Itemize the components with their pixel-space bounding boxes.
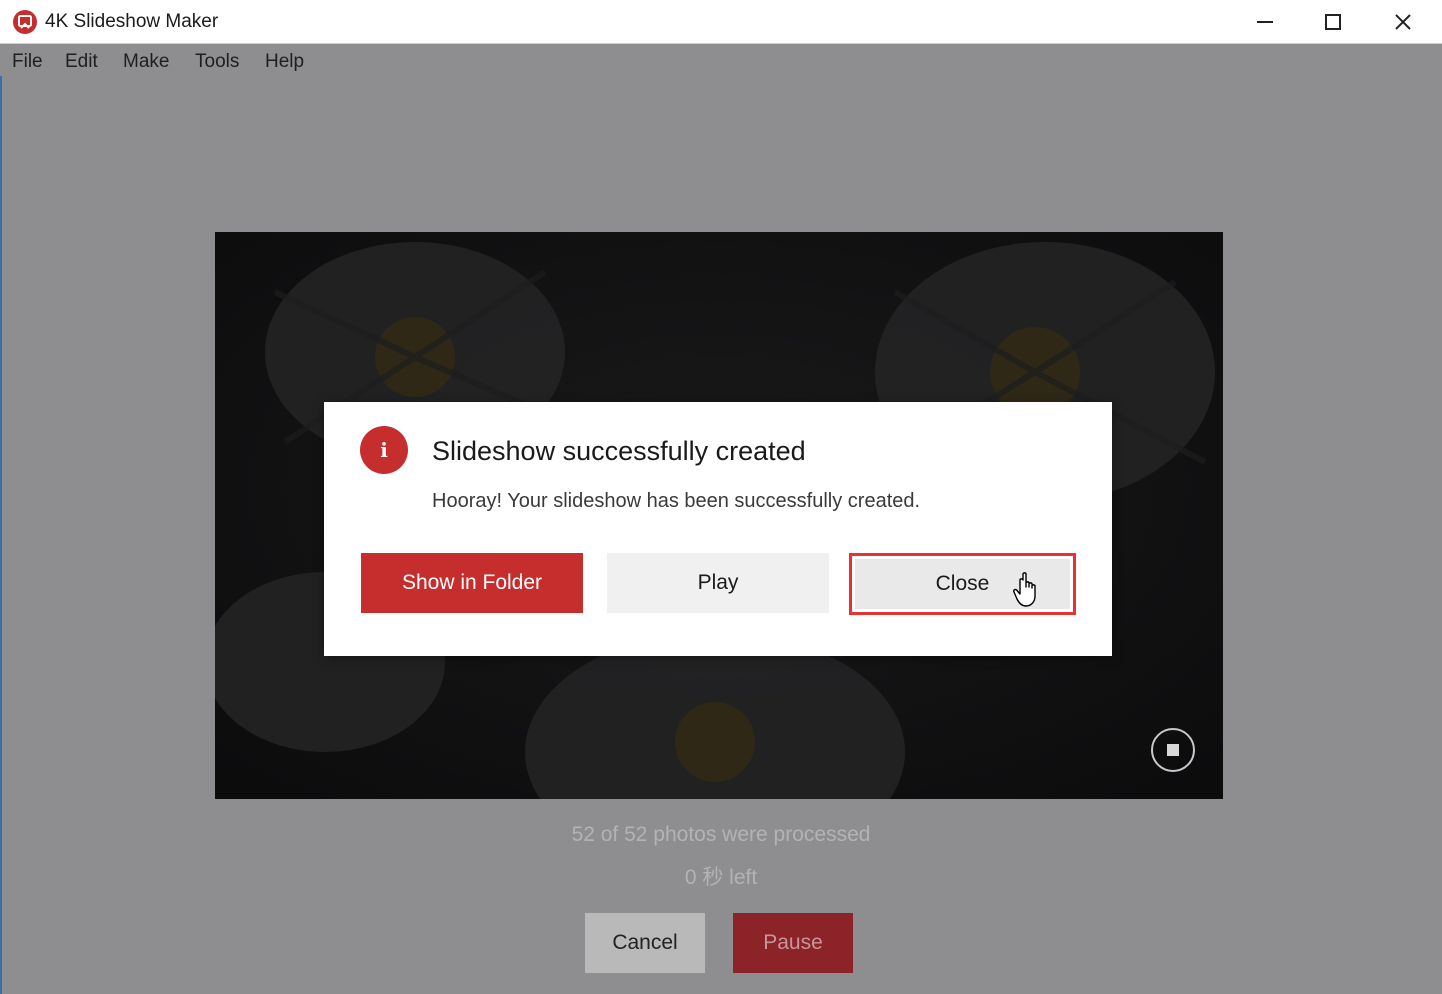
menu-edit[interactable]: Edit [65,51,98,73]
success-dialog: i Slideshow successfully created Hooray!… [324,402,1112,656]
title-bar: 4K Slideshow Maker [0,0,1442,44]
minimize-button[interactable] [1235,0,1295,44]
hand-cursor-icon [1013,572,1036,607]
window-edge [0,76,2,994]
menu-make[interactable]: Make [123,51,169,73]
menu-help[interactable]: Help [265,51,304,73]
show-in-folder-button[interactable]: Show in Folder [361,553,583,613]
stop-button[interactable] [1151,728,1195,772]
menu-file[interactable]: File [12,51,43,73]
dialog-title: Slideshow successfully created [432,436,806,466]
minimize-icon [1257,21,1273,23]
info-icon: i [360,426,408,474]
play-button[interactable]: Play [607,553,829,613]
cancel-button[interactable]: Cancel [585,913,705,973]
close-icon [1395,14,1411,30]
maximize-button[interactable] [1303,0,1363,44]
dialog-message: Hooray! Your slideshow has been successf… [432,490,921,512]
menu-tools[interactable]: Tools [195,51,239,73]
pause-button[interactable]: Pause [733,913,853,973]
menu-bar: File Edit Make Tools Help [0,45,1442,76]
app-logo-icon [13,10,37,34]
time-left-status: 0 秒 left [684,866,758,889]
maximize-icon [1325,14,1341,30]
stop-icon [1167,744,1179,756]
close-window-button[interactable] [1373,0,1433,44]
processed-status: 52 of 52 photos were processed [571,823,871,846]
window-title: 4K Slideshow Maker [45,11,219,32]
